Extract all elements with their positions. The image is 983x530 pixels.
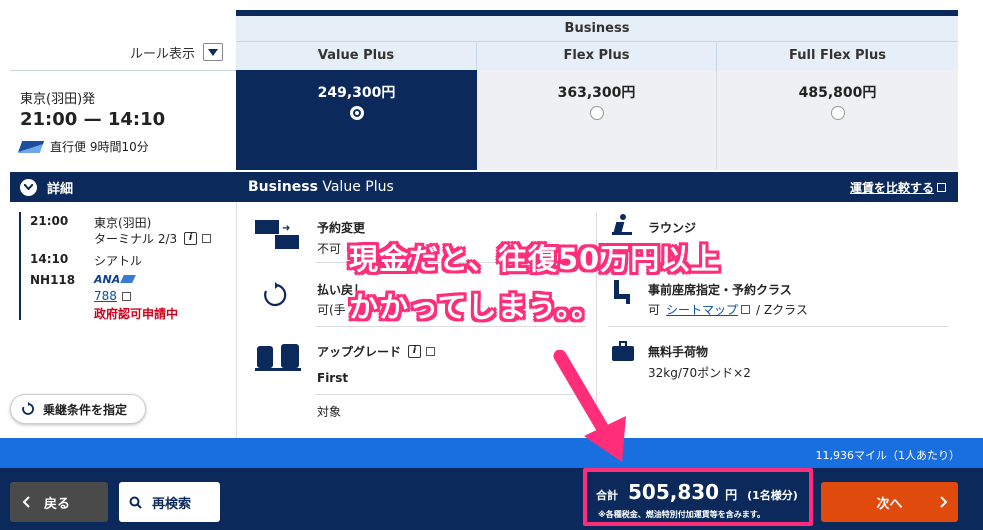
row-divider: [316, 394, 586, 395]
seat-value-row: 可 シートマップ / Zクラス: [648, 301, 808, 318]
research-button[interactable]: 再検索: [119, 482, 220, 522]
row-divider: [608, 326, 948, 327]
dep-time: 21:00: [30, 214, 69, 228]
row-divider: [316, 326, 586, 327]
external-link-icon[interactable]: [202, 234, 212, 243]
flight-number: NH118: [30, 273, 76, 287]
upgrade-label-row: アップグレード i: [317, 343, 436, 360]
info-icon[interactable]: i: [408, 345, 422, 358]
chevron-right-icon: [940, 496, 948, 508]
seat-value-post: / Zクラス: [756, 303, 808, 317]
fare-cell-0[interactable]: 249,300円: [236, 70, 477, 170]
fare-price-1: 363,300円: [557, 85, 636, 101]
ana-logo-icon: [17, 140, 45, 153]
flight-origin: 東京(羽田)発: [20, 92, 96, 107]
compare-fares-link[interactable]: 運賃を比較する: [850, 179, 946, 196]
external-link-icon[interactable]: [121, 291, 131, 301]
seat-value-pre: 可: [648, 303, 661, 317]
fare-cell-2[interactable]: 485,800円: [717, 70, 958, 170]
annotation-arrow: [553, 350, 626, 462]
refund-value: 可(手: [317, 303, 346, 317]
fare-radio-2[interactable]: [830, 106, 845, 120]
total-per: (1名様分): [747, 489, 798, 502]
baggage-value: 32kg/70ポンド×2: [648, 366, 751, 380]
next-label: 次へ: [876, 496, 903, 512]
aircraft-link[interactable]: 788: [94, 289, 117, 303]
arr-city: シアトル: [94, 254, 143, 268]
external-link-icon[interactable]: [426, 347, 436, 356]
seat-label: 事前座席指定・予約クラス: [648, 283, 792, 297]
search-icon: [129, 496, 142, 509]
research-label: 再検索: [152, 496, 192, 512]
dep-terminal: ターミナル 2/3: [94, 232, 178, 246]
annotation-line-1: 現金だと、往復50万円以上: [349, 242, 721, 276]
ana-carrier-logo: ANA: [94, 273, 137, 286]
fare-cell-1[interactable]: 363,300円: [477, 70, 717, 170]
upgrade-seat-icon: [255, 344, 301, 374]
transit-condition-button[interactable]: 乗継条件を指定: [10, 394, 146, 424]
total-unit: 円: [725, 488, 738, 502]
external-link-icon: [937, 182, 946, 192]
fare-detail-title: Business Value Plus: [248, 179, 394, 195]
baggage-label: 無料手荷物: [648, 345, 709, 359]
arr-time: 14:10: [30, 252, 69, 266]
total-note: ※各種税金、燃油特別付加運賃等を含みます。: [598, 510, 765, 519]
dep-airport: 東京(羽田): [94, 216, 152, 230]
fare-price-2: 485,800円: [798, 85, 877, 101]
total-value: 505,830: [628, 480, 720, 504]
rule-display-label: ルール表示: [130, 46, 196, 62]
cabin-header: Business: [236, 16, 958, 42]
fare-col-header-2[interactable]: Full Flex Plus: [717, 42, 958, 70]
dep-terminal-row: ターミナル 2/3 i: [94, 230, 212, 247]
upgrade-class: First: [317, 371, 349, 385]
flight-duration-row: 直行便 9時間10分: [17, 138, 149, 155]
refresh-icon: [22, 402, 34, 415]
compare-fares-label: 運賃を比較する: [849, 180, 934, 195]
miles-value: 11,936マイル（1人あたり）: [815, 449, 961, 462]
change-icon: ➜: [255, 220, 299, 250]
total-row: 合計 505,830 円 (1名様分): [596, 480, 798, 504]
fare-detail-header: Business Value Plus 運賃を比較する: [236, 172, 958, 202]
fare-price-0: 249,300円: [317, 85, 396, 101]
flight-time: 21:00 — 14:10: [20, 109, 166, 130]
fare-detail-title-cabin: Business: [248, 179, 318, 195]
fare-radio-1[interactable]: [589, 106, 604, 120]
fare-radio-0[interactable]: [349, 106, 364, 120]
total-label: 合計: [596, 489, 618, 502]
change-label: 予約変更: [317, 221, 366, 235]
refund-icon: [264, 282, 287, 307]
external-link-icon[interactable]: [741, 305, 751, 314]
rule-display[interactable]: ルール表示: [130, 42, 224, 62]
approval-status: 政府認可申請中: [94, 307, 179, 321]
lounge-label: ラウンジ: [648, 221, 697, 235]
upgrade-target: 対象: [317, 405, 342, 419]
details-label: 詳細: [47, 181, 74, 197]
lounge-icon: [612, 214, 634, 236]
chevron-down-icon[interactable]: [203, 43, 224, 61]
fare-col-header-1[interactable]: Flex Plus: [477, 42, 717, 70]
left-header-divider: [10, 70, 236, 71]
transit-button-label: 乗継条件を指定: [43, 402, 128, 417]
chevron-down-circle-icon: [20, 178, 37, 196]
back-button[interactable]: 戻る: [10, 482, 108, 522]
upgrade-label: アップグレード: [317, 345, 402, 359]
itinerary-line: [19, 212, 21, 320]
details-toggle[interactable]: 詳細: [10, 172, 236, 202]
fare-col-header-0[interactable]: Value Plus: [236, 42, 477, 70]
aircraft-row: 788: [94, 289, 131, 303]
next-button[interactable]: 次へ: [821, 482, 958, 522]
flight-duration: 直行便 9時間10分: [50, 140, 149, 154]
change-value: 不可: [317, 242, 342, 256]
back-label: 戻る: [44, 496, 71, 512]
info-icon[interactable]: i: [184, 232, 198, 245]
seat-icon: [612, 280, 634, 304]
chevron-left-icon: [22, 496, 30, 508]
annotation-line-2: かかってしまう。。: [349, 290, 602, 324]
seat-map-link[interactable]: シートマップ: [666, 301, 738, 318]
fare-detail-title-fare: Value Plus: [317, 179, 394, 195]
